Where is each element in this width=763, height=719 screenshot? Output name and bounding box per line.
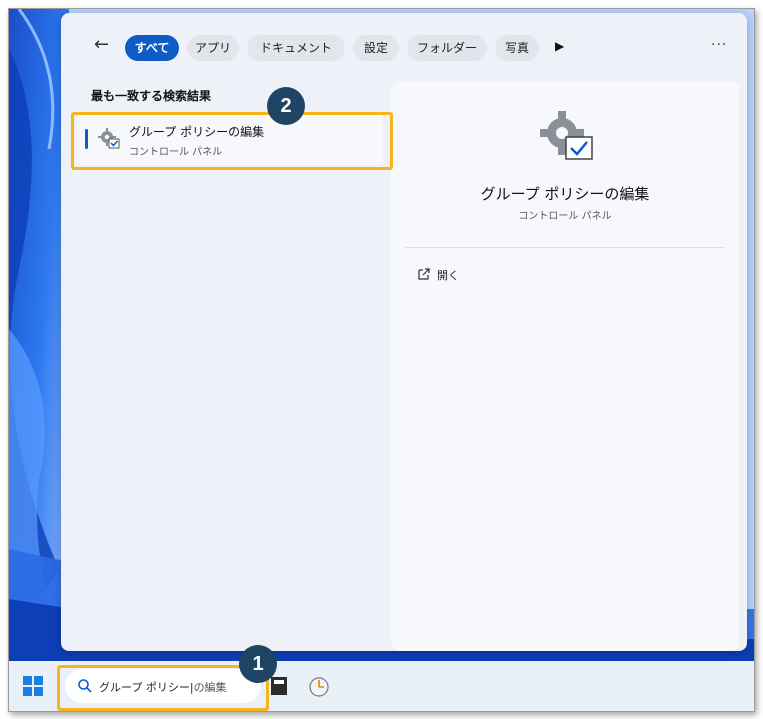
file-app-icon[interactable] xyxy=(271,677,287,695)
clock-app-icon[interactable] xyxy=(309,677,329,697)
tab-all[interactable]: すべて xyxy=(125,35,179,61)
divider xyxy=(405,247,725,248)
best-match-heading: 最も一致する検索結果 xyxy=(91,89,212,103)
tab-settings[interactable]: 設定 xyxy=(353,35,399,61)
overflow-menu-button[interactable]: ··· xyxy=(711,37,727,53)
arrow-left-icon[interactable]: ← xyxy=(94,36,109,54)
screenshot-frame: ← すべて アプリ ドキュメント 設定 フォルダー 写真 ▶ ··· 最も一致す… xyxy=(8,8,755,712)
step-badge-2: 2 xyxy=(267,87,305,125)
open-external-icon xyxy=(418,268,430,280)
filter-bar: ← すべて アプリ ドキュメント 設定 フォルダー 写真 ▶ ··· xyxy=(61,13,747,69)
preview-subtitle: コントロール パネル xyxy=(518,211,612,222)
highlight-box-search xyxy=(57,665,269,711)
preview-title: グループ ポリシーの編集 xyxy=(480,185,650,203)
tab-folders[interactable]: フォルダー xyxy=(407,35,487,61)
start-search-panel: ← すべて アプリ ドキュメント 設定 フォルダー 写真 ▶ ··· 最も一致す… xyxy=(61,13,747,651)
windows-logo-icon[interactable] xyxy=(23,676,43,696)
gear-check-icon xyxy=(540,111,593,160)
tab-photos[interactable]: 写真 xyxy=(495,35,539,61)
tab-documents[interactable]: ドキュメント xyxy=(247,35,345,61)
play-icon[interactable]: ▶ xyxy=(555,39,564,53)
tab-apps[interactable]: アプリ xyxy=(187,35,239,61)
highlight-box-result xyxy=(71,112,393,170)
preview-pane: グループ ポリシーの編集 コントロール パネル 開く xyxy=(391,81,739,651)
open-action[interactable]: 開く xyxy=(437,267,459,283)
step-badge-1: 1 xyxy=(239,645,277,683)
